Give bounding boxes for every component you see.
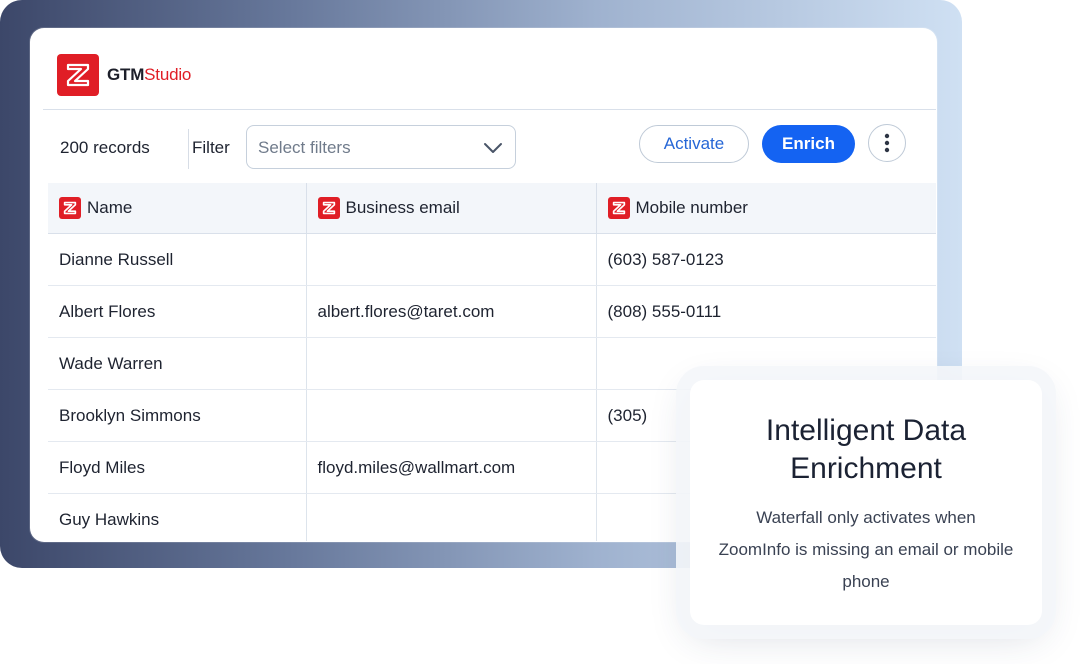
filter-select[interactable]: Select filters — [246, 125, 516, 169]
brand-header: GTMStudio — [43, 41, 936, 110]
column-header-mobile-number[interactable]: Mobile number — [596, 183, 936, 234]
column-header-label: Name — [87, 198, 133, 217]
table-row[interactable]: Dianne Russell (603) 587-0123 — [48, 233, 936, 286]
zoominfo-icon — [607, 197, 630, 219]
card-title: Intelligent Data Enrichment — [690, 412, 1042, 488]
cell-email: albert.flores@taret.com — [306, 285, 597, 338]
cell-name: Dianne Russell — [48, 233, 307, 286]
feature-callout-card: Intelligent Data Enrichment Waterfall on… — [690, 380, 1042, 625]
zoominfo-logo-icon — [57, 54, 99, 96]
card-title-line: Enrichment — [790, 452, 942, 485]
zoominfo-icon — [317, 197, 340, 219]
cell-name: Brooklyn Simmons — [48, 389, 307, 442]
column-header-label: Mobile number — [635, 198, 748, 217]
brand-name-bold: GTM — [107, 65, 145, 84]
toolbar: 200 records Filter Select filters Activa… — [43, 121, 936, 177]
cell-email — [306, 389, 597, 442]
cell-email — [306, 337, 597, 390]
brand-name-accent: Studio — [144, 65, 192, 84]
cell-name: Guy Hawkins — [48, 493, 307, 541]
zoominfo-icon — [59, 197, 81, 219]
more-options-button[interactable] — [868, 124, 906, 162]
cell-mobile: (603) 587-0123 — [596, 233, 936, 286]
cell-mobile: (808) 555-0111 — [596, 285, 936, 338]
table-header-row: Name Business email Mobile number — [48, 183, 936, 234]
cell-name: Albert Flores — [48, 285, 307, 338]
card-title-line: Intelligent Data — [765, 414, 967, 447]
cell-email: floyd.miles@wallmart.com — [306, 441, 597, 494]
chevron-down-icon — [484, 143, 502, 153]
records-count: 200 records — [60, 138, 150, 157]
column-header-label: Business email — [345, 198, 460, 217]
filter-select-placeholder: Select filters — [258, 138, 351, 157]
filter-label: Filter — [192, 138, 230, 157]
table-row[interactable]: Albert Flores albert.flores@taret.com (8… — [48, 285, 936, 338]
more-vertical-icon — [884, 133, 890, 153]
brand-name: GTMStudio — [107, 65, 191, 85]
card-description: Waterfall only activates when ZoomInfo i… — [718, 508, 1014, 591]
column-header-name[interactable]: Name — [48, 183, 307, 234]
enrich-button[interactable]: Enrich — [762, 125, 855, 163]
cell-email — [306, 493, 597, 541]
cell-name: Wade Warren — [48, 337, 307, 390]
toolbar-divider — [188, 129, 189, 169]
column-header-business-email[interactable]: Business email — [306, 183, 597, 234]
cell-name: Floyd Miles — [48, 441, 307, 494]
activate-button[interactable]: Activate — [639, 125, 749, 163]
cell-email — [306, 233, 597, 286]
